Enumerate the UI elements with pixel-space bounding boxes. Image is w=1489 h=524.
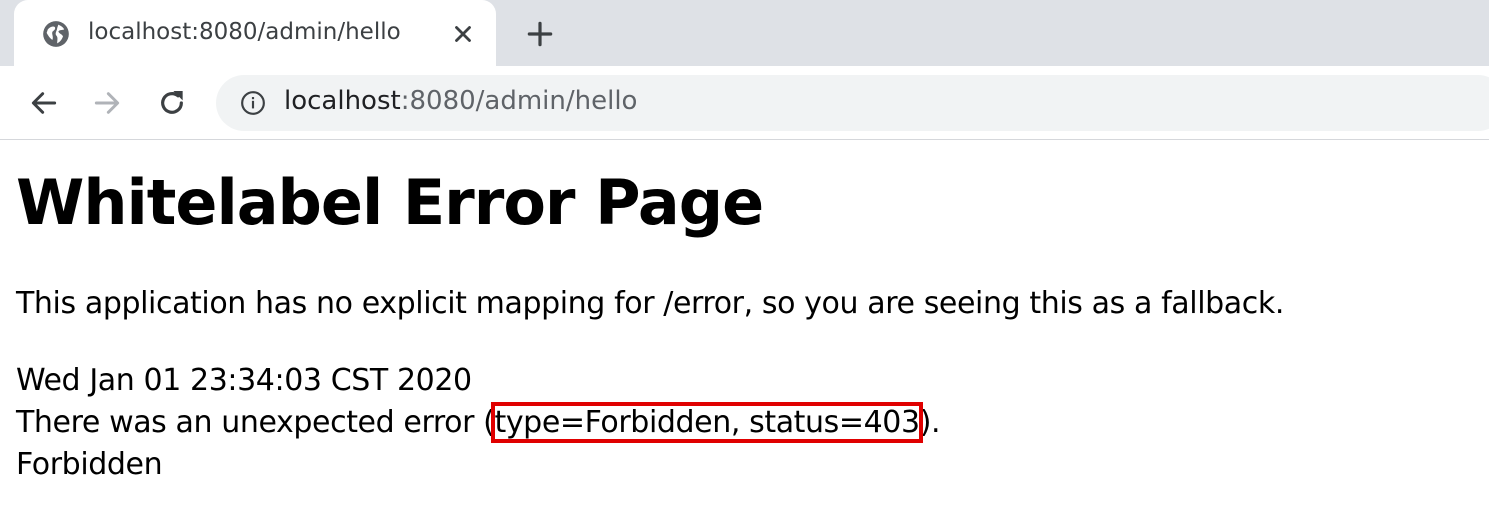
url-host: localhost bbox=[284, 86, 401, 116]
reload-icon[interactable] bbox=[156, 87, 188, 119]
new-tab-plus-icon[interactable] bbox=[524, 18, 556, 50]
error-line: There was an unexpected error (type=Forb… bbox=[16, 402, 1476, 444]
browser-toolbar: localhost:8080/admin/hello bbox=[0, 66, 1489, 140]
address-url[interactable]: localhost:8080/admin/hello bbox=[284, 86, 637, 116]
timestamp: Wed Jan 01 23:34:03 CST 2020 bbox=[16, 363, 472, 398]
error-suffix: ). bbox=[919, 405, 941, 440]
forward-arrow-icon[interactable] bbox=[91, 87, 123, 119]
tab-title: localhost:8080/admin/hello bbox=[88, 19, 401, 45]
back-arrow-icon[interactable] bbox=[28, 87, 60, 119]
globe-icon bbox=[43, 21, 69, 47]
browser-tab[interactable]: localhost:8080/admin/hello bbox=[14, 0, 496, 66]
page-content: Whitelabel Error Page This application h… bbox=[16, 160, 1476, 486]
error-type-status-highlight: type=Forbidden, status=403 bbox=[491, 402, 923, 443]
error-prefix: There was an unexpected error ( bbox=[16, 405, 495, 440]
close-icon[interactable] bbox=[450, 21, 476, 47]
address-bar[interactable]: localhost:8080/admin/hello bbox=[216, 75, 1489, 131]
error-details: Wed Jan 01 23:34:03 CST 2020 There was a… bbox=[16, 360, 1476, 486]
tab-strip: localhost:8080/admin/hello bbox=[0, 0, 1489, 66]
info-icon[interactable] bbox=[240, 90, 266, 116]
error-message: Forbidden bbox=[16, 447, 163, 482]
explanation-text: This application has no explicit mapping… bbox=[16, 286, 1284, 321]
page-title: Whitelabel Error Page bbox=[16, 166, 764, 239]
url-path: :8080/admin/hello bbox=[400, 86, 638, 116]
